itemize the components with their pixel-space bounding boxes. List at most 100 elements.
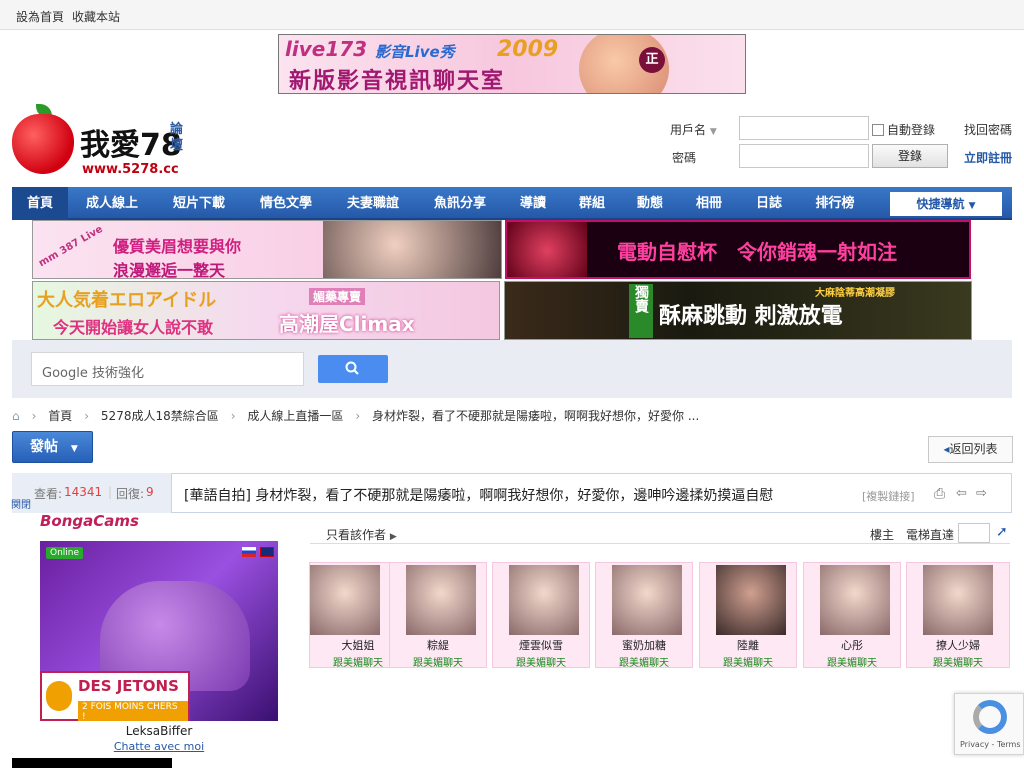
nav-item-home[interactable]: 首頁: [12, 187, 68, 220]
breadcrumb-home[interactable]: 首頁: [48, 409, 72, 423]
banner-brand: live173: [285, 37, 368, 61]
banner-badge: 正: [639, 47, 665, 73]
model-card[interactable]: 心彤 跟美媚聊天: [803, 562, 901, 669]
breadcrumb: ⌂ › 首頁 › 5278成人18禁綜合區 › 成人線上直播一區 › 身材炸裂，看了不硬…: [12, 409, 700, 423]
model-cta[interactable]: 跟美媚聊天: [493, 654, 589, 669]
ad-live-image: [323, 221, 501, 278]
nav-item-share[interactable]: 魚訊分享: [418, 187, 502, 220]
chat-link[interactable]: Chatte avec moi: [40, 740, 278, 753]
ad-banner-live[interactable]: mm 387 Live 優質美眉想要與你 浪漫邂逅一整天: [32, 220, 502, 279]
coin-icon: [46, 681, 72, 711]
model-card[interactable]: 撩人少婦 跟美媚聊天: [906, 562, 1010, 669]
checkbox-icon[interactable]: [872, 124, 884, 136]
ad-climax-line2: 今天開始讓女人說不敢: [53, 318, 214, 337]
google-search-input[interactable]: Google 技術強化: [31, 352, 304, 386]
login-button[interactable]: 登錄: [872, 144, 948, 168]
breadcrumb-zone[interactable]: 5278成人18禁綜合區: [101, 409, 219, 423]
model-photo: [820, 565, 890, 635]
model-name: 心彤: [841, 639, 863, 652]
post-toolbar: 只看該作者 ▶ 樓主 電梯直達: [310, 522, 1010, 544]
back-to-list-button[interactable]: ◂返回列表: [928, 436, 1013, 463]
model-card[interactable]: 蜜奶加糖 跟美媚聊天: [595, 562, 693, 669]
nav-item-ranking[interactable]: 排行榜: [800, 187, 870, 220]
nav-item-short-video[interactable]: 短片下載: [156, 187, 242, 220]
nav-item-erotic-literature[interactable]: 情色文學: [244, 187, 328, 220]
main-nav: 首頁 成人線上 短片下載 情色文學 夫妻職誼 魚訊分享 導讀 群組 動態 相冊 …: [12, 187, 1012, 220]
nav-item-feed[interactable]: 動態: [622, 187, 678, 220]
nav-item-album[interactable]: 相冊: [680, 187, 738, 220]
copy-link[interactable]: [複製鏈接]: [862, 488, 915, 504]
breadcrumb-thread[interactable]: 身材炸裂，看了不硬那就是陽痿啦，啊啊我好想你，好愛你 ...: [372, 409, 699, 423]
top-banner-ad[interactable]: live173 影音Live秀 2009 新版影音視訊聊天室 正: [278, 34, 746, 94]
home-icon[interactable]: ⌂: [12, 409, 20, 423]
ad-banner-gel[interactable]: 獨賣 大麻陰蒂高潮凝膠 酥麻跳動 刺激放電: [504, 281, 972, 340]
model-photo: [716, 565, 786, 635]
model-cta[interactable]: 跟美媚聊天: [804, 654, 900, 669]
flag-uk-icon: [260, 547, 274, 557]
quick-nav-dropdown[interactable]: 快捷導航 ▼: [890, 192, 1002, 216]
model-name: 蜜奶加糖: [622, 639, 666, 652]
online-badge: Online: [46, 547, 84, 559]
model-photo: [406, 565, 476, 635]
chevron-down-icon: ▼: [70, 444, 78, 454]
password-label: 密碼: [672, 151, 697, 165]
model-cta[interactable]: 跟美媚聊天: [596, 654, 692, 669]
prev-thread-icon[interactable]: ⇦: [956, 486, 967, 501]
ad-climax-line1: 大人気着エロアイドル: [37, 290, 217, 311]
banner-year: 2009: [497, 37, 559, 62]
model-photo: [923, 565, 993, 635]
breadcrumb-forum[interactable]: 成人線上直播一區: [247, 409, 343, 423]
recaptcha-links[interactable]: Privacy - Terms: [960, 740, 1021, 749]
ad-toy-text: 電動自慰杯 令你銷魂一射如注: [617, 240, 897, 264]
recaptcha-icon: [973, 700, 1007, 734]
username-input[interactable]: [739, 116, 869, 140]
nav-item-groups[interactable]: 群組: [564, 187, 620, 220]
model-card[interactable]: 陸離 跟美媚聊天: [699, 562, 797, 669]
nav-item-couples[interactable]: 夫妻職誼: [330, 187, 416, 220]
model-cta[interactable]: 跟美媚聊天: [907, 654, 1009, 669]
print-icon[interactable]: ⎙: [934, 486, 945, 502]
site-logo[interactable]: 我愛78 論壇 www.5278.cc: [10, 104, 210, 182]
password-input[interactable]: [739, 144, 869, 168]
stats-divider: |: [108, 485, 113, 499]
model-card[interactable]: 煙雲似雪 跟美媚聊天: [492, 562, 590, 669]
ad-gel-text: 酥麻跳動 刺激放電: [659, 304, 843, 329]
next-thread-icon[interactable]: ⇨: [976, 486, 987, 501]
model-photo: [310, 565, 380, 635]
nav-item-adult-online[interactable]: 成人線上: [70, 187, 154, 220]
chevron-down-icon[interactable]: ▼: [710, 127, 717, 137]
bookmark-link[interactable]: 收藏本站: [72, 8, 120, 25]
nav-item-blog[interactable]: 日誌: [740, 187, 798, 220]
model-name: 陸離: [737, 639, 759, 652]
model-cta[interactable]: 跟美媚聊天: [700, 654, 796, 669]
model-card[interactable]: 粽緹 跟美媚聊天: [389, 562, 487, 669]
only-author-link[interactable]: 只看該作者 ▶: [326, 526, 397, 543]
banner-media: 影音Live秀: [375, 43, 455, 61]
nav-item-guide[interactable]: 導讀: [504, 187, 562, 220]
bongacams-logo[interactable]: BongaCams: [40, 512, 139, 530]
views-label: 查看:: [34, 487, 63, 501]
views-count: 14341: [64, 485, 103, 499]
ad-toy-image: [507, 222, 587, 277]
forgot-password-link[interactable]: 找回密碼: [964, 121, 1012, 138]
ad-gel-tag: 獨賣: [629, 284, 653, 338]
ad-banner-toy[interactable]: 電動自慰杯 令你銷魂一射如注: [505, 220, 971, 279]
model-photo: [509, 565, 579, 635]
model-cta[interactable]: 跟美媚聊天: [390, 654, 486, 669]
banner-headline: 新版影音視訊聊天室: [289, 69, 506, 94]
floor-jump-input[interactable]: [958, 523, 990, 543]
ad-gel-sub: 大麻陰蒂高潮凝膠: [815, 288, 895, 299]
register-link[interactable]: 立即註冊: [964, 149, 1012, 166]
search-button[interactable]: [318, 355, 388, 383]
sidebar-black-bar: [12, 758, 172, 768]
close-ad-link[interactable]: 関閉: [11, 496, 31, 511]
replies-count: 9: [146, 485, 154, 499]
recaptcha-badge[interactable]: Privacy - Terms: [954, 693, 1024, 755]
ad-banner-climax[interactable]: 大人気着エロアイドル 今天開始讓女人說不敢 媚藥專賣 高潮屋Climax: [32, 281, 500, 340]
elevator-label: 電梯直達: [906, 528, 955, 542]
set-home-link[interactable]: 設為首頁: [16, 8, 64, 25]
cam-ad[interactable]: Online DES JETONS 2 FOIS MOINS CHERS !: [40, 541, 278, 721]
new-post-button[interactable]: 發帖 ▼: [12, 431, 93, 463]
auto-login-checkbox[interactable]: 自動登錄: [872, 121, 935, 138]
jump-go-icon[interactable]: ➚: [996, 524, 1008, 540]
